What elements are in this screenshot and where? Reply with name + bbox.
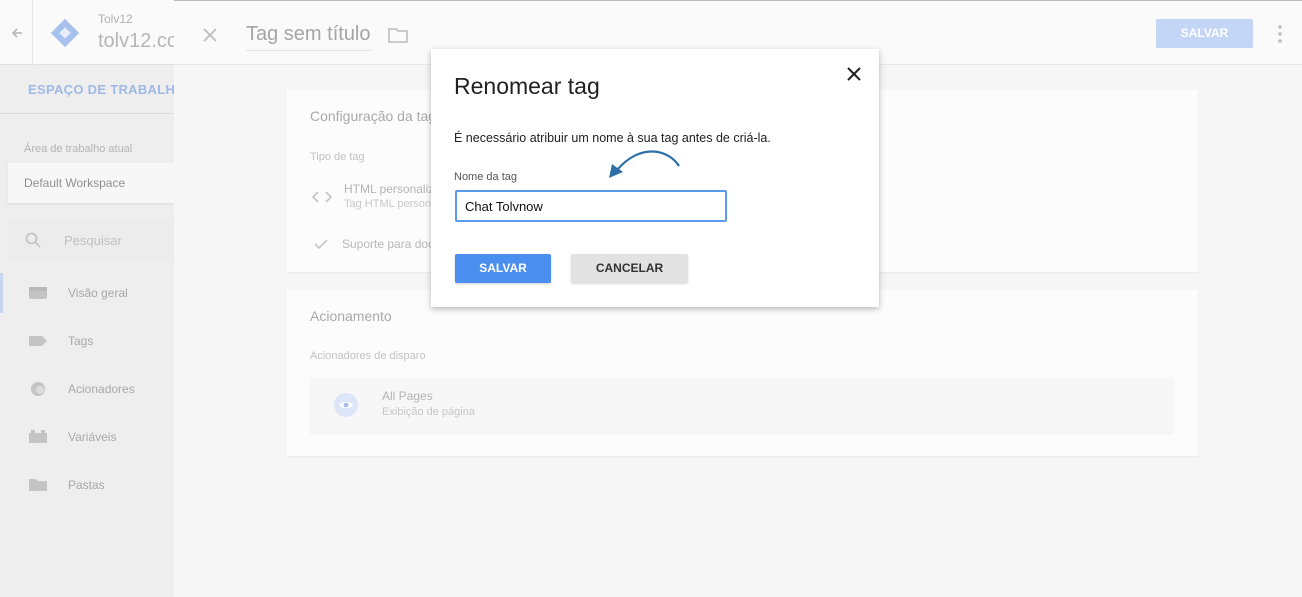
save-button[interactable]: SALVAR <box>1156 19 1253 48</box>
sidebar-header: Tolv12 tolv12.com <box>0 0 174 65</box>
trigger-label: Acionadores de disparo <box>310 350 426 362</box>
rename-tag-dialog: Renomear tag É necessário atribuir um no… <box>431 49 879 307</box>
tag-type-label: Tipo de tag <box>310 151 365 163</box>
variable-icon <box>28 429 48 445</box>
search-input[interactable]: Pesquisar <box>64 233 122 248</box>
folder-icon[interactable] <box>387 26 409 44</box>
tab-workspace[interactable]: ESPAÇO DE TRABALHO <box>28 82 174 97</box>
sidebar-item-label: Acionadores <box>68 382 135 396</box>
search-icon <box>24 231 42 249</box>
code-icon <box>312 189 332 205</box>
card-title: Configuração da tag <box>310 108 437 124</box>
trigger-row[interactable]: All Pages Exibição de página <box>310 377 1174 433</box>
more-options-icon[interactable] <box>1274 23 1286 45</box>
sidebar-item-overview[interactable]: Visão geral <box>0 273 174 313</box>
close-icon[interactable] <box>200 25 220 45</box>
page-title[interactable]: Tag sem título <box>246 23 371 51</box>
sidebar-item-label: Variáveis <box>68 430 117 444</box>
back-arrow-icon[interactable] <box>8 24 26 42</box>
eye-icon <box>334 393 358 417</box>
gtm-logo-icon[interactable] <box>50 18 80 48</box>
close-icon[interactable] <box>846 66 862 82</box>
sidebar-item-label: Tags <box>68 334 94 348</box>
tag-name-label: Nome da tag <box>454 171 517 183</box>
sidebar-item-tags[interactable]: Tags <box>0 321 174 361</box>
sidebar-item-variables[interactable]: Variáveis <box>0 417 174 457</box>
card-title: Acionamento <box>310 308 392 324</box>
annotation-arrow-icon <box>603 144 683 184</box>
workspace-label: Área de trabalho atual <box>24 143 133 155</box>
active-indicator <box>0 273 3 313</box>
workspace-selector[interactable]: Default Workspace <box>8 163 174 203</box>
sidebar-item-label: Visão geral <box>68 286 128 300</box>
search-box[interactable]: Pesquisar <box>8 220 174 260</box>
dialog-description: É necessário atribuir um nome à sua tag … <box>454 131 771 145</box>
cancel-button[interactable]: CANCELAR <box>571 254 688 283</box>
trigger-name: All Pages <box>382 389 433 403</box>
folder-icon <box>28 477 48 493</box>
app-sidebar: Tolv12 tolv12.com ESPAÇO DE TRABALHO Áre… <box>0 0 174 597</box>
trigger-icon <box>28 381 48 397</box>
check-icon <box>314 238 328 250</box>
sidebar-item-triggers[interactable]: Acionadores <box>0 369 174 409</box>
container-name[interactable]: tolv12.com <box>98 30 174 53</box>
divider <box>0 113 174 114</box>
sidebar-item-label: Pastas <box>68 478 105 492</box>
tag-icon <box>28 333 48 349</box>
divider <box>32 0 33 65</box>
sidebar-item-folders[interactable]: Pastas <box>0 465 174 505</box>
tag-name-input[interactable] <box>455 190 727 222</box>
account-name: Tolv12 <box>98 12 133 26</box>
workspace-name: Default Workspace <box>24 176 126 190</box>
triggering-card[interactable]: Acionamento Acionadores de disparo All P… <box>286 290 1198 456</box>
trigger-type: Exibição de página <box>382 406 475 418</box>
save-button[interactable]: SALVAR <box>455 254 551 283</box>
overview-icon <box>28 285 48 301</box>
dialog-title: Renomear tag <box>454 73 600 99</box>
